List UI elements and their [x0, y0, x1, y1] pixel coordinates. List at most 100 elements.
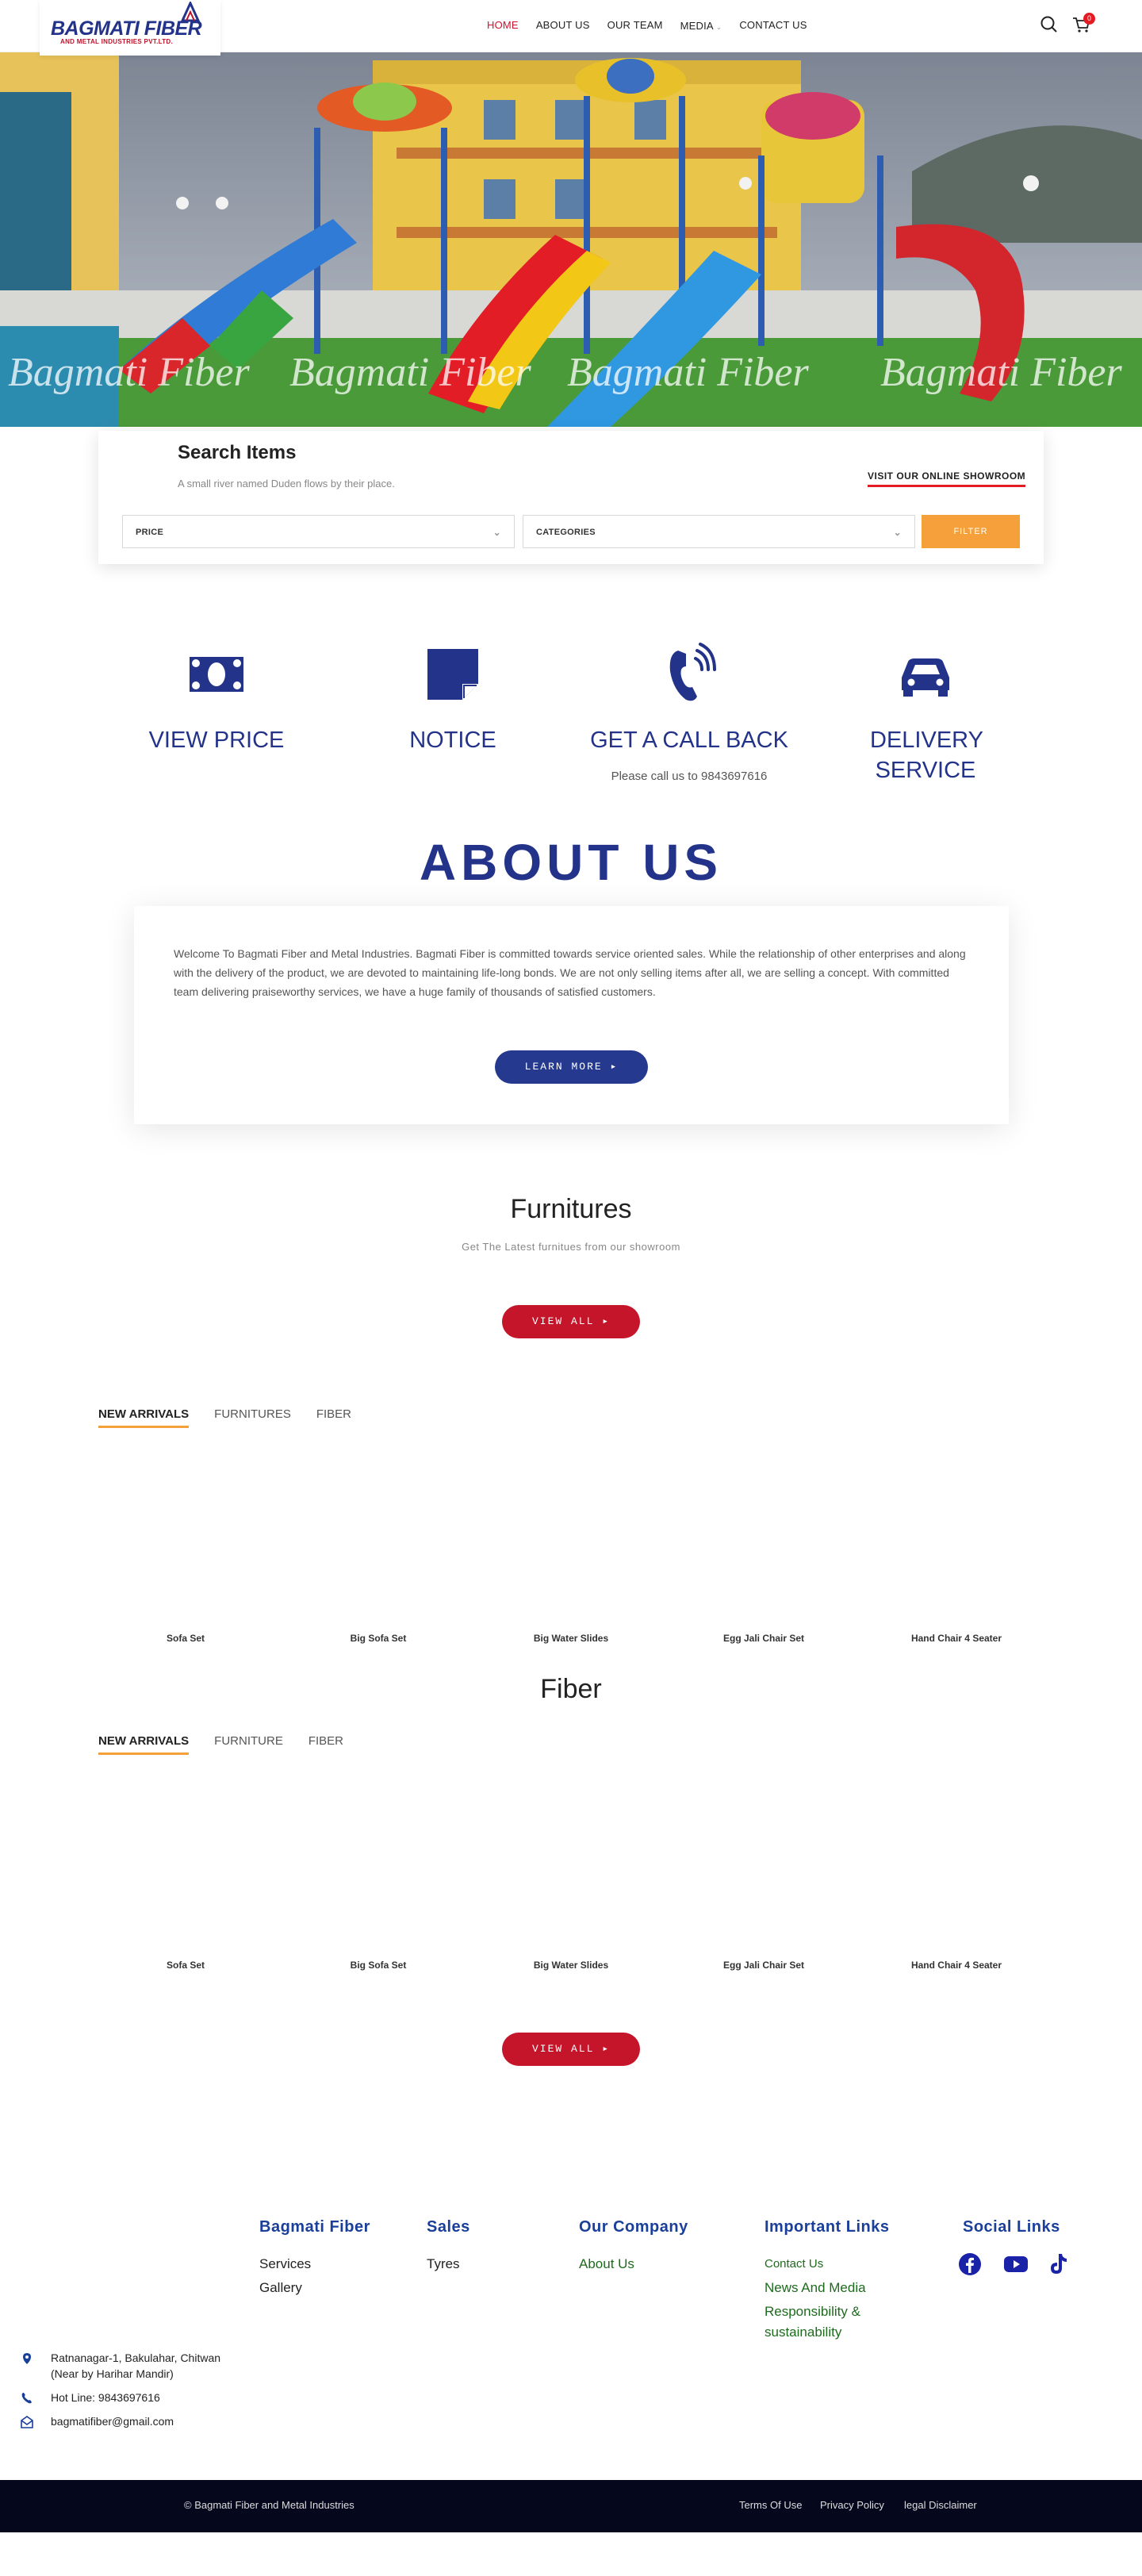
product-name[interactable]: Sofa Set [98, 1633, 273, 1644]
tab-furnitures[interactable]: FURNITURES [214, 1407, 291, 1428]
about-title: ABOUT US [419, 834, 723, 891]
hero-watermark-3: Bagmati Fiber [567, 350, 810, 395]
caret-right-icon: ▸ [602, 1315, 611, 1327]
product-name[interactable]: Big Water Slides [484, 1960, 658, 1971]
product-card[interactable]: Big Water Slides [484, 1458, 658, 1644]
tiktok-icon[interactable] [1045, 2252, 1071, 2277]
product-image[interactable] [98, 1785, 273, 1952]
facebook-icon[interactable] [957, 2252, 983, 2277]
feature-call-back[interactable]: GET A CALL BACK Please call us to 984369… [578, 643, 800, 783]
product-card[interactable]: Egg Jali Chair Set [676, 1785, 851, 1971]
view-all-button[interactable]: VIEW ALL ▸ [502, 2033, 640, 2066]
product-card[interactable]: Big Sofa Set [291, 1785, 466, 1971]
product-name[interactable]: Big Water Slides [484, 1633, 658, 1644]
tab-new-arrivals[interactable]: NEW ARRIVALS [98, 1407, 190, 1428]
map-pin-icon [23, 2353, 31, 2364]
terms-of-use-link[interactable]: Terms Of Use [739, 2499, 802, 2511]
product-image[interactable] [484, 1785, 658, 1952]
copyright-text: © Bagmati Fiber and Metal Industries [184, 2499, 354, 2511]
learn-more-button[interactable]: LEARN MORE ▸ [495, 1050, 648, 1084]
privacy-policy-link[interactable]: Privacy Policy [820, 2499, 884, 2511]
nav-contact-us[interactable]: CONTACT US [739, 19, 807, 33]
product-card[interactable]: Big Water Slides [484, 1785, 658, 1971]
tab-furniture[interactable]: FURNITURE [214, 1734, 283, 1755]
footer-link-gallery[interactable]: Gallery [259, 2276, 370, 2300]
feature-title: DELIVERY SERVICE [870, 727, 983, 783]
footer-link-news-media[interactable]: News And Media [765, 2276, 890, 2300]
product-name[interactable]: Egg Jali Chair Set [676, 1960, 851, 1971]
fiber-tabs: NEW ARRIVALS FURNITURE FIBER [98, 1734, 343, 1755]
footer-email[interactable]: bagmatifiber@gmail.com [21, 2413, 174, 2429]
product-image[interactable] [291, 1785, 466, 1952]
product-card[interactable]: Big Sofa Set [291, 1458, 466, 1644]
footer-col-sales: Sales Tyres [427, 2218, 470, 2276]
phone-icon [21, 2393, 32, 2404]
filter-button[interactable]: FILTER [922, 515, 1020, 548]
footer-link-tyres[interactable]: Tyres [427, 2252, 470, 2276]
footer-col-important-links: Important Links Contact Us News And Medi… [765, 2218, 890, 2344]
footer-heading: Bagmati Fiber [259, 2218, 370, 2236]
nav-home[interactable]: HOME [487, 19, 519, 33]
product-image[interactable] [484, 1458, 658, 1625]
logo[interactable]: BAGMATI FIBER AND METAL INDUSTRIES PVT.L… [40, 0, 220, 56]
product-name[interactable]: Egg Jali Chair Set [676, 1633, 851, 1644]
nav-our-team[interactable]: OUR TEAM [607, 19, 663, 33]
tab-fiber[interactable]: FIBER [308, 1734, 343, 1755]
product-name[interactable]: Big Sofa Set [291, 1960, 466, 1971]
nav-media[interactable]: MEDIA [680, 20, 714, 32]
product-name[interactable]: Hand Chair 4 Seater [869, 1960, 1044, 1971]
hero-watermark-1: Bagmati Fiber [8, 350, 251, 395]
price-select-value: PRICE [136, 528, 164, 537]
price-select[interactable]: PRICE ⌄ [122, 515, 515, 548]
product-image[interactable] [98, 1458, 273, 1625]
product-image[interactable] [869, 1458, 1044, 1625]
product-card[interactable]: Sofa Set [98, 1785, 273, 1971]
footer-link-sustainability[interactable]: sustainability [765, 2321, 890, 2344]
address-line-2: (Near by Harihar Mandir) [51, 2367, 174, 2380]
chevron-down-icon: ⌄ [492, 527, 501, 538]
product-card[interactable]: Egg Jali Chair Set [676, 1458, 851, 1644]
footer-col-company: Our Company About Us [579, 2218, 688, 2276]
footer-link-about-us[interactable]: About Us [579, 2252, 688, 2276]
furnitures-product-list: Sofa Set Big Sofa Set Big Water Slides E… [98, 1458, 1044, 1644]
online-showroom-link[interactable]: VISIT OUR ONLINE SHOWROOM [868, 470, 1026, 487]
chevron-down-icon: ⌄ [715, 23, 722, 31]
logo-subtext: AND METAL INDUSTRIES PVT.LTD. [60, 38, 174, 45]
search-icon[interactable] [1039, 14, 1060, 35]
feature-delivery[interactable]: DELIVERY SERVICE [814, 643, 1037, 800]
product-card[interactable]: Hand Chair 4 Seater [869, 1458, 1044, 1644]
furnitures-subtitle: Get The Latest furnitues from our showro… [462, 1241, 680, 1253]
footer-address: Ratnanagar-1, Bakulahar, Chitwan (Near b… [21, 2350, 220, 2382]
product-card[interactable]: Hand Chair 4 Seater [869, 1785, 1044, 1971]
product-image[interactable] [869, 1785, 1044, 1952]
product-image[interactable] [291, 1458, 466, 1625]
product-name[interactable]: Hand Chair 4 Seater [869, 1633, 1044, 1644]
footer-hotline[interactable]: Hot Line: 9843697616 [21, 2390, 160, 2405]
view-all-label: VIEW ALL [531, 2043, 595, 2055]
address-line-1: Ratnanagar-1, Bakulahar, Chitwan [51, 2351, 221, 2364]
product-image[interactable] [676, 1458, 851, 1625]
tab-fiber[interactable]: FIBER [316, 1407, 351, 1428]
product-card[interactable]: Sofa Set [98, 1458, 273, 1644]
feature-view-price[interactable]: VIEW PRICE [105, 643, 328, 770]
categories-select-value: CATEGORIES [536, 528, 596, 537]
note-icon [427, 649, 478, 700]
product-name[interactable]: Big Sofa Set [291, 1633, 466, 1644]
view-all-button[interactable]: VIEW ALL ▸ [502, 1305, 640, 1338]
footer-link-contact-us[interactable]: Contact Us [765, 2252, 890, 2276]
site-header: BAGMATI FIBER AND METAL INDUSTRIES PVT.L… [0, 0, 1142, 56]
caret-right-icon: ▸ [602, 2043, 611, 2055]
nav-media-wrap[interactable]: MEDIA ⌄ [680, 19, 722, 33]
footer-link-services[interactable]: Services [259, 2252, 370, 2276]
legal-disclaimer-link[interactable]: legal Disclaimer [904, 2499, 977, 2511]
nav-about-us[interactable]: ABOUT US [536, 19, 590, 33]
product-name[interactable]: Sofa Set [98, 1960, 273, 1971]
main-nav: HOME ABOUT US OUR TEAM MEDIA ⌄ CONTACT US [487, 19, 807, 33]
tab-new-arrivals[interactable]: NEW ARRIVALS [98, 1734, 190, 1755]
feature-notice[interactable]: NOTICE [342, 643, 564, 770]
furnitures-tabs: NEW ARRIVALS FURNITURES FIBER [98, 1407, 351, 1428]
categories-select[interactable]: CATEGORIES ⌄ [523, 515, 915, 548]
youtube-icon[interactable] [1003, 2252, 1029, 2277]
footer-bottom-bar: © Bagmati Fiber and Metal Industries Ter… [0, 2480, 1142, 2532]
product-image[interactable] [676, 1785, 851, 1952]
